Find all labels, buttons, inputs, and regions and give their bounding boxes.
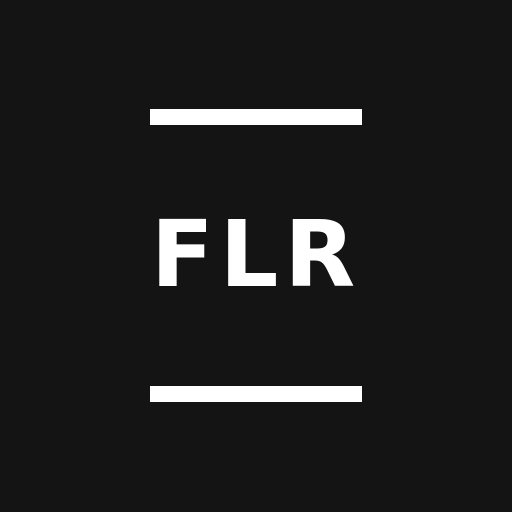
bottom-rule xyxy=(150,386,362,402)
logo-canvas: FLR xyxy=(0,0,512,512)
logo-wordmark: FLR xyxy=(150,201,362,308)
top-rule xyxy=(150,109,362,125)
